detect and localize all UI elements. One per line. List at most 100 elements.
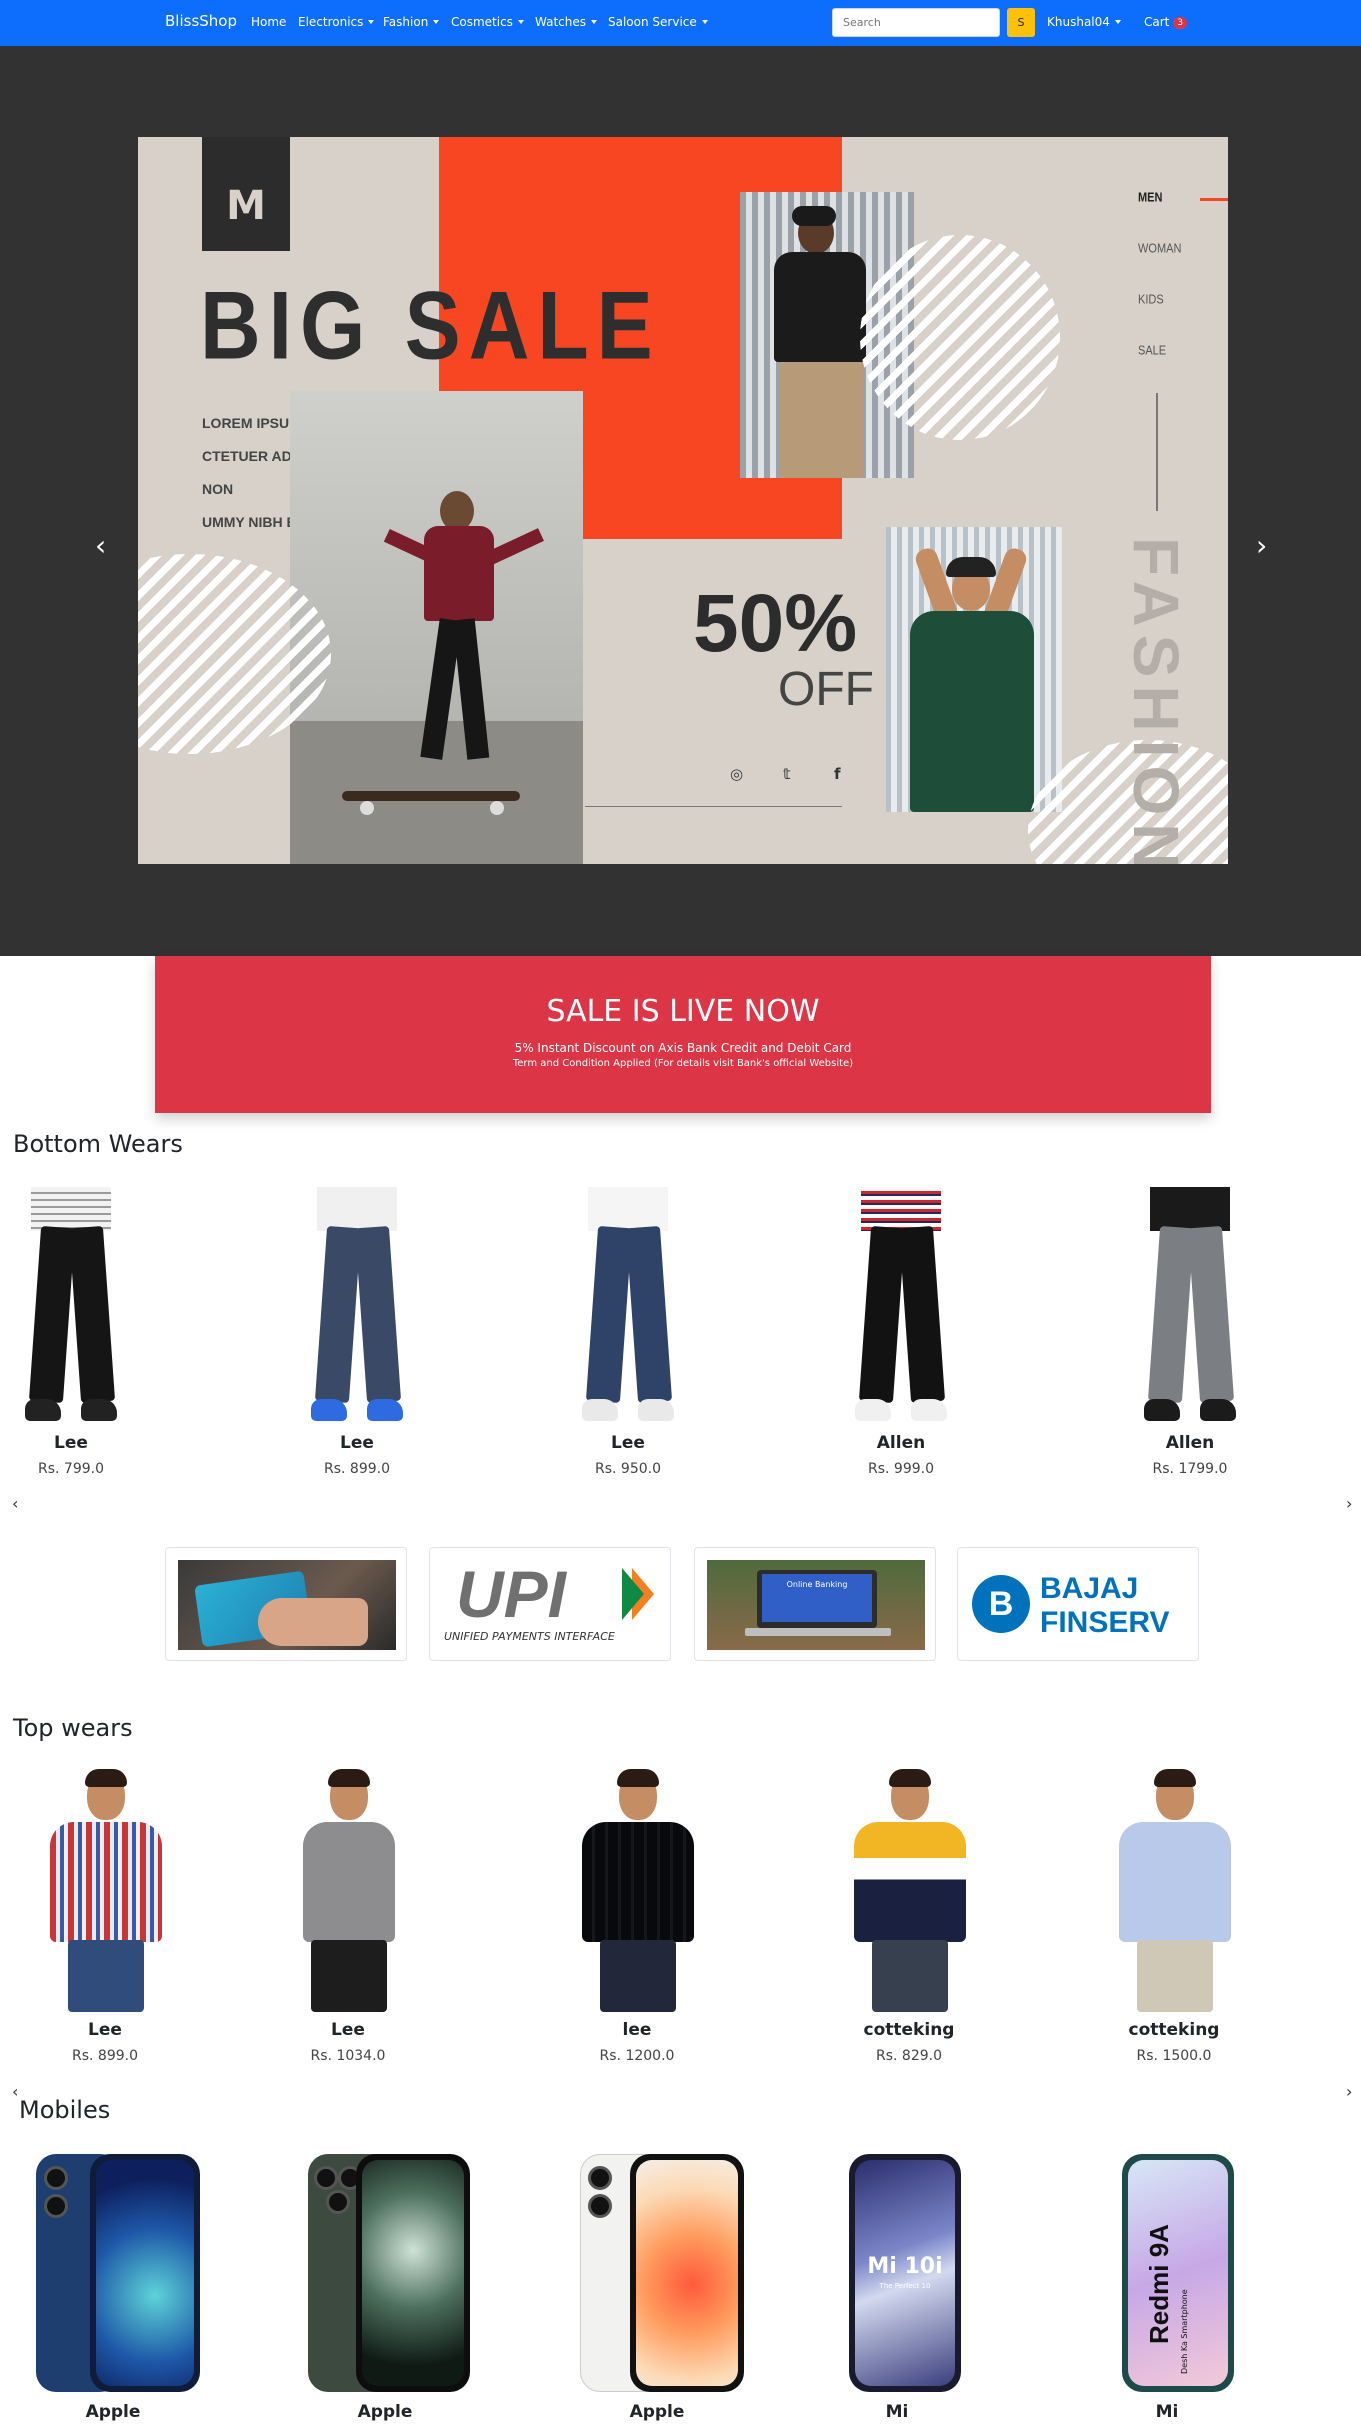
nav-fashion[interactable]: Fashion [383,15,440,29]
brand-logo[interactable]: BlissShop [165,12,237,30]
phone-screen-text: Mi 10i [867,2254,943,2279]
phone-screen-subtext: The Perfect 10 [879,2282,931,2290]
bajaj-finserv-logo: B BAJAJ FINSERV [970,1560,1188,1650]
finserv-text: FINSERV [1040,1606,1170,1639]
product-image [841,1187,961,1425]
product-card[interactable]: cotteking Rs. 829.0 [809,1769,1009,2064]
product-price: Rs. 829.0 [875,2048,942,2064]
search-button[interactable]: S [1007,8,1035,37]
nav-saloon-label: Saloon Service [608,15,697,29]
product-brand: lee [622,2020,652,2040]
wave-pattern [860,235,1060,440]
sale-subtitle: 5% Instant Discount on Axis Bank Credit … [514,1041,852,1055]
chevron-down-icon [1114,20,1121,24]
carousel-prev-arrow[interactable]: ‹ [95,532,106,560]
product-card[interactable]: Allen Rs. 1799.0 [1090,1187,1290,1477]
hero-banner-image: M BIG SALE LOREM IPSUM DOLOR SIT AMET, C… [138,137,1228,864]
product-card[interactable]: Mi 10i The Perfect 10 Mi [797,2154,997,2422]
chevron-down-icon [368,20,375,24]
product-card[interactable]: Lee Rs. 899.0 [5,1769,205,2064]
chevron-down-icon [433,20,440,24]
hero-headline: BIG SALE [200,271,661,380]
product-image [834,1769,984,2012]
product-brand: Apple [629,2402,685,2422]
product-card[interactable]: Lee Rs. 899.0 [257,1187,457,1477]
off-text: OFF [778,663,874,716]
product-image [297,1187,417,1425]
m-logo: M [202,137,290,251]
product-card[interactable]: Apple [557,2154,757,2422]
nav-home[interactable]: Home [251,15,286,29]
banner-menu-sale: SALE [1138,343,1167,359]
product-price: Rs. 1500.0 [1136,2048,1212,2064]
product-brand: Mi [1155,2402,1179,2422]
product-card[interactable]: Redmi 9A Desh Ka Smartphone Mi [1067,2154,1267,2422]
product-price: Rs. 899.0 [323,1461,390,1477]
search-input[interactable] [832,8,1000,37]
scroll-left-arrow[interactable]: ‹ [12,2082,18,2101]
product-brand: Mi [885,2402,909,2422]
section-title-bottom-wears: Bottom Wears [13,1130,183,1158]
payment-card-option[interactable] [165,1547,407,1661]
nav-cosmetics[interactable]: Cosmetics [451,15,524,29]
active-indicator [1200,198,1228,201]
scroll-right-arrow[interactable]: › [1346,2082,1352,2101]
payment-upi-option[interactable]: UPI UNIFIED PAYMENTS INTERFACE [429,1547,671,1661]
product-card[interactable]: cotteking Rs. 1500.0 [1074,1769,1274,2064]
chevron-down-icon [701,20,708,24]
product-price: Rs. 899.0 [71,2048,138,2064]
section-title-mobiles: Mobiles [19,2096,111,2124]
product-image: Redmi 9A Desh Ka Smartphone [1078,2154,1256,2394]
scroll-right-arrow[interactable]: › [1346,1494,1352,1513]
laptop-banking-image: Online Banking [707,1560,925,1650]
product-image [1130,1187,1250,1425]
phone-screen-text: Redmi 9A [1144,2224,1174,2344]
nav-saloon-service[interactable]: Saloon Service [608,15,708,29]
man-green-tee-photo [886,527,1062,812]
carousel-next-arrow[interactable]: › [1256,532,1267,560]
nav-electronics-label: Electronics [298,15,364,29]
product-brand: Allen [1165,1433,1215,1453]
product-price: Rs. 1799.0 [1152,1461,1228,1477]
product-price: Rs. 1034.0 [310,2048,386,2064]
user-name: Khushal04 [1047,15,1110,29]
bajaj-text: BAJAJ [1040,1572,1139,1605]
product-card[interactable]: Lee Rs. 950.0 [528,1187,728,1477]
banner-menu-kids: KIDS [1138,292,1164,308]
payment-bajaj-option[interactable]: B BAJAJ FINSERV [957,1547,1199,1661]
skateboarder-photo [290,391,583,864]
nav-fashion-label: Fashion [383,15,429,29]
user-menu[interactable]: Khushal04 [1047,15,1121,29]
product-card[interactable]: Lee Rs. 799.0 [0,1187,171,1477]
upi-logo: UPI UNIFIED PAYMENTS INTERFACE [442,1557,660,1650]
nav-electronics[interactable]: Electronics [298,15,375,29]
product-image [11,1187,131,1425]
credit-card-image [178,1560,396,1650]
product-price: Rs. 799.0 [37,1461,104,1477]
product-image [562,1769,712,2012]
cart-count-badge: 3 [1173,17,1188,29]
nav-watches[interactable]: Watches [535,15,597,29]
twitter-icon: 𝕥 [783,765,791,783]
product-brand: cotteking [1128,2020,1220,2040]
scroll-left-arrow[interactable]: ‹ [12,1494,18,1513]
product-image: Mi 10i The Perfect 10 [808,2154,986,2394]
navbar: BlissShop Home Electronics Fashion Cosme… [0,0,1361,46]
facebook-icon: f [834,765,841,783]
product-card[interactable]: Apple [285,2154,485,2422]
product-card[interactable]: Apple [13,2154,213,2422]
divider [585,806,842,807]
product-brand: Lee [88,2020,122,2040]
payment-netbanking-option[interactable]: Online Banking [694,1547,936,1661]
product-card[interactable]: lee Rs. 1200.0 [537,1769,737,2064]
product-card[interactable]: Lee Rs. 1034.0 [248,1769,448,2064]
cart-label: Cart [1144,15,1170,29]
vertical-fashion-text: FASHION [1120,537,1192,864]
product-image [1099,1769,1249,2012]
product-image [568,1187,688,1425]
product-price: Rs. 950.0 [594,1461,661,1477]
product-image [568,2154,746,2394]
section-title-top-wears: Top wears [13,1714,133,1742]
product-card[interactable]: Allen Rs. 999.0 [801,1187,1001,1477]
cart-link[interactable]: Cart 3 [1144,15,1188,29]
